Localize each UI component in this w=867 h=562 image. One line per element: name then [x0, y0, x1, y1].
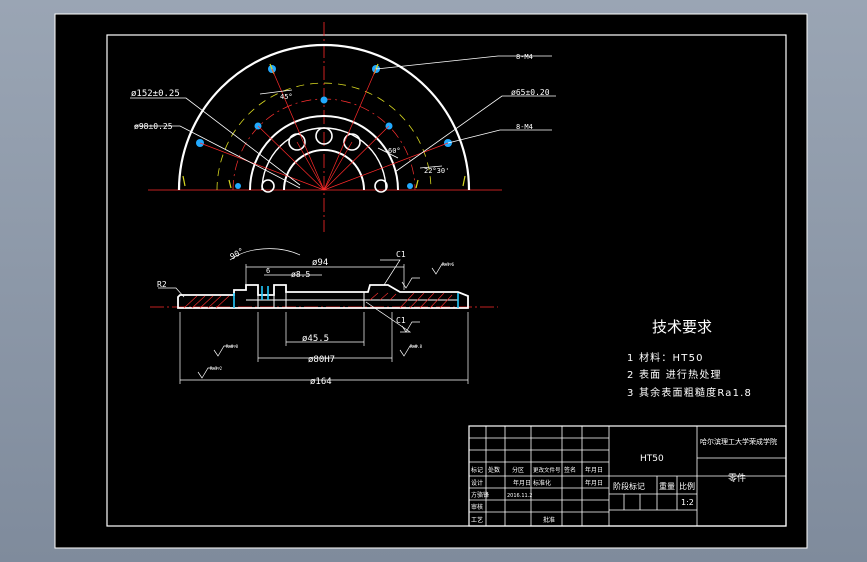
- tech-title: 技术要求: [652, 318, 712, 336]
- tb-design: 设计: [471, 479, 483, 487]
- tb-part-name: 零件: [728, 472, 746, 484]
- tapped-hole: [407, 183, 413, 189]
- dim-d164: ø164: [310, 377, 332, 387]
- dim-d85: ø8.5: [291, 270, 310, 279]
- dim-holes-top: 8-M4: [516, 53, 533, 61]
- tb-row1-2: 分区: [512, 466, 524, 474]
- rough-2: Ra3.2: [210, 366, 223, 371]
- tb-std: 标准化: [533, 479, 551, 487]
- tb-scale: 1:2: [681, 498, 694, 507]
- tb-row1-1: 处数: [488, 466, 500, 474]
- dim-r2: R2: [157, 280, 167, 289]
- tb-stage: 阶段标记: [613, 481, 645, 491]
- tb-row1-4: 签名: [564, 466, 576, 474]
- tb-row1-5: 年月日: [585, 466, 603, 474]
- dim-c1a: C1: [396, 250, 406, 259]
- dim-ang45: 45°: [280, 93, 293, 101]
- tapped-hole: [235, 183, 241, 189]
- tb-scale-label: 比例: [679, 481, 695, 491]
- dim-ang60: 60°: [388, 147, 401, 155]
- tapped-hole: [320, 96, 328, 104]
- dim-ang2230: 22°30': [424, 167, 449, 175]
- rough-4: Ra1.6: [442, 262, 455, 267]
- tb-date-label-2: 年月日: [585, 479, 603, 487]
- dim-d80: ø80H7: [308, 355, 335, 365]
- tb-row1-0: 标记: [471, 466, 483, 474]
- dim-c1b: C1: [396, 316, 406, 325]
- dim-holes-mid: 8-M4: [516, 123, 533, 131]
- dim-d98: ø98±0.25: [134, 122, 173, 131]
- rough-3: Ra0.8: [410, 344, 423, 349]
- tb-weight: 重量: [659, 481, 675, 491]
- tb-material: HT50: [640, 454, 664, 464]
- dim-d94: ø94: [312, 258, 328, 268]
- dim-d65: ø65±0.20: [511, 88, 550, 97]
- tb-process: 工艺: [471, 516, 483, 524]
- dim-d152: ø152±0.25: [131, 89, 180, 99]
- tb-drawer-label: 方骆锋: [471, 491, 489, 499]
- tech-req-3: 3 其余表面粗糙度Ra1.8: [627, 386, 752, 399]
- tech-req-1: 1 材料：HT50: [627, 351, 704, 364]
- tb-row1-3: 更改文件号: [533, 466, 561, 474]
- tb-date: 2016.11.2: [507, 493, 532, 499]
- dim-six: 6: [266, 267, 270, 275]
- tb-school: 哈尔滨理工大学荣成学院: [700, 437, 777, 446]
- tb-date-label: 年月日: [513, 479, 531, 487]
- cad-drawing: ø152±0.25 ø98±0.25 ø65±0.20 8-M4 8-M4 45…: [54, 13, 808, 549]
- dim-d455: ø45.5: [302, 334, 329, 344]
- rough-1: Ra0.8: [226, 344, 239, 349]
- tb-approve: 批准: [543, 516, 555, 524]
- tech-req-2: 2 表面 进行热处理: [627, 368, 722, 381]
- tb-check: 审核: [471, 503, 483, 511]
